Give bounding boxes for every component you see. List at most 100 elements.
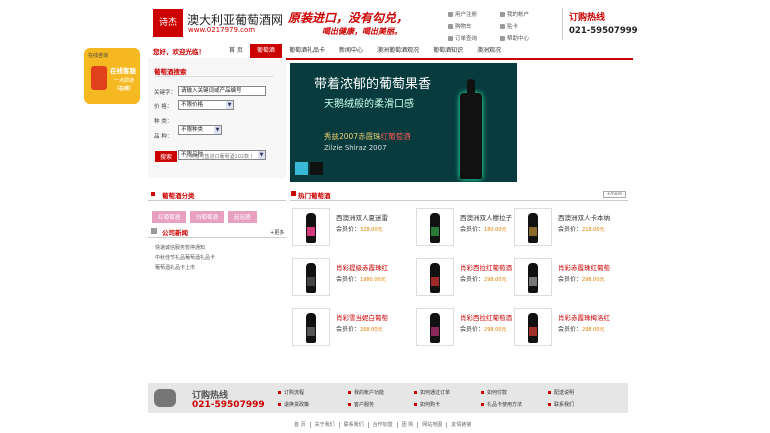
news-item[interactable]: 葡萄酒礼品卡上市 xyxy=(155,263,215,273)
product-card[interactable]: 西澳洲双人卡本纳 会员价：218.00元 xyxy=(514,208,624,250)
top-link-register[interactable]: 用户注册 xyxy=(448,10,500,22)
product-image[interactable] xyxy=(292,308,330,346)
account-icon xyxy=(500,12,505,17)
footer-link[interactable]: 联系我们 xyxy=(548,401,574,408)
widget-caption: 在线咨询 xyxy=(88,53,109,59)
bottle-label xyxy=(307,227,315,236)
hotline-title: 订购热线 xyxy=(569,13,606,23)
product-image[interactable] xyxy=(416,208,454,246)
chevron-down-icon: ▼ xyxy=(258,151,265,159)
product-card[interactable]: 西澳洲双人穆拉子 会员价：180.00元 xyxy=(416,208,526,250)
bottom-link-sitemap[interactable]: 网站地图 xyxy=(418,422,448,428)
product-name[interactable]: 肖彩西拉红葡萄酒 xyxy=(460,262,512,272)
footer-link[interactable]: 客户服务 xyxy=(348,401,374,408)
nav-wine-knowledge[interactable]: 葡萄酒知识 xyxy=(426,44,470,58)
product-image[interactable] xyxy=(514,258,552,296)
nav-aus-wine[interactable]: 澳洲葡萄酒观况 xyxy=(370,44,426,58)
product-name[interactable]: 肖彩西拉红葡萄酒 xyxy=(460,312,512,322)
site-url: www.0217979.com xyxy=(188,26,256,34)
product-name[interactable]: 肖彩提级赤霞珠红 xyxy=(336,262,388,272)
product-card[interactable]: 肖彩提级赤霞珠红 会员价：1980.00元 xyxy=(292,258,402,300)
bottom-link-about[interactable]: 关于我们 xyxy=(311,422,340,428)
category-title: 葡萄酒分类 xyxy=(162,192,195,200)
variety-label: 品 种： xyxy=(154,134,173,140)
top-link-cart[interactable]: 购物车 xyxy=(448,22,500,34)
product-card[interactable]: 肖彩赤霞珠红葡萄 会员价：298.00元 xyxy=(514,258,624,300)
footer-link[interactable]: 退换货政策 xyxy=(278,401,309,408)
bottom-link-home[interactable]: 首 页 xyxy=(290,422,311,428)
site-logo[interactable]: 诗杰 xyxy=(153,9,183,37)
bottom-links: 首 页 关于我们 联系我们 合作加盟 团 购 网站地图 友情链接 xyxy=(290,422,475,428)
nav-gift-card[interactable]: 葡萄酒礼品卡 xyxy=(282,44,332,58)
footer-link[interactable]: 订购流程 xyxy=(278,389,304,396)
hot-wines-header: 热门葡萄酒 +more xyxy=(290,189,628,201)
product-price: 会员价：298.00元 xyxy=(460,276,507,283)
top-link-account[interactable]: 我的帐户 xyxy=(500,10,552,22)
slogan-line-2: 喝出健康，喝出美丽。 xyxy=(322,26,402,36)
product-name[interactable]: 肖彩雪当妮白葡萄 xyxy=(336,312,388,322)
keyword-input[interactable]: 请输入关键词或产品编号 xyxy=(178,86,266,96)
product-name[interactable]: 西澳洲双人卡本纳 xyxy=(558,212,610,222)
search-title: 葡萄酒搜索 xyxy=(154,68,187,76)
product-card[interactable]: 肖彩雪当妮白葡萄 会员价：268.00元 xyxy=(292,308,402,350)
product-name[interactable]: 西澳洲双人穆拉子 xyxy=(460,212,512,222)
nav-aus-overview[interactable]: 澳洲观况 xyxy=(470,44,508,58)
welcome-text: 您好，欢迎光临！ xyxy=(153,48,205,56)
product-price: 会员价：218.00元 xyxy=(558,226,605,233)
product-image[interactable] xyxy=(292,208,330,246)
product-image[interactable] xyxy=(416,308,454,346)
bottom-link-contact[interactable]: 联系我们 xyxy=(340,422,369,428)
product-image[interactable] xyxy=(292,258,330,296)
card-icon xyxy=(500,24,505,29)
product-image[interactable] xyxy=(416,258,454,296)
footer-link[interactable]: 如何购卡 xyxy=(414,401,440,408)
product-card[interactable]: 西澳洲双人夏迷雷 会员价：328.00元 xyxy=(292,208,402,250)
product-image[interactable] xyxy=(514,208,552,246)
footer-link[interactable]: 如何通过订单 xyxy=(414,389,450,396)
product-price: 会员价：180.00元 xyxy=(460,226,507,233)
news-item[interactable]: 中秋佳节礼品葡萄酒礼品卡 xyxy=(155,253,215,263)
footer-link[interactable]: 礼品卡使用方法 xyxy=(481,401,522,408)
product-name[interactable]: 西澳洲双人夏迷雷 xyxy=(336,212,388,222)
footer-link[interactable]: 如何付款 xyxy=(481,389,507,396)
bottom-link-friends[interactable]: 友情链接 xyxy=(447,422,475,428)
nav-news[interactable]: 新闻中心 xyxy=(332,44,370,58)
product-image[interactable] xyxy=(514,308,552,346)
nav-home[interactable]: 首 页 xyxy=(222,44,250,58)
nav-wine[interactable]: 葡萄酒 xyxy=(249,44,282,58)
hot-wines-title: 热门葡萄酒 xyxy=(298,192,331,200)
widget-line-2: 一点即通 xyxy=(114,78,135,84)
online-service-widget[interactable]: 在线咨询 在线客服 一点即通 （在线） xyxy=(84,48,140,104)
news-more-link[interactable]: +更多 xyxy=(270,229,284,236)
category-red-wine[interactable]: 红葡萄酒 xyxy=(152,211,187,223)
footer-link[interactable]: 配送说明 xyxy=(548,389,574,396)
header-hotline: 订购热线 021-59507999 xyxy=(569,10,638,36)
order-icon xyxy=(448,36,453,41)
category-white-wine[interactable]: 白葡萄酒 xyxy=(190,211,225,223)
footer-link[interactable]: 我的帐户功能 xyxy=(348,389,384,396)
product-name[interactable]: 肖彩赤霞珠红葡萄 xyxy=(558,262,610,272)
bottle-label xyxy=(529,327,537,336)
bottom-link-group[interactable]: 团 购 xyxy=(398,422,419,428)
hot-wines-more[interactable]: +more xyxy=(602,191,626,198)
banner-thumb-1[interactable] xyxy=(295,162,308,175)
banner-thumbnails xyxy=(295,162,325,175)
product-card[interactable]: 肖彩赤霞珠梅洛红 会员价：298.00元 xyxy=(514,308,624,350)
footer-hotline-number: 021-59507999 xyxy=(192,400,265,410)
product-price: 会员价：298.00元 xyxy=(558,326,605,333)
product-price: 会员价：298.00元 xyxy=(460,326,507,333)
product-card[interactable]: 肖彩西拉红葡萄酒 会员价：298.00元 xyxy=(416,308,526,350)
promo-banner[interactable]: 带着浓郁的葡萄果香 天鹅绒般的柔滑口感 秀兹2007赤霞珠红葡萄酒 Zilzie… xyxy=(290,63,517,182)
news-item[interactable]: 快速诚信服务暂停通知 xyxy=(155,243,215,253)
top-link-card[interactable]: 贴卡 xyxy=(500,22,552,34)
banner-thumb-2[interactable] xyxy=(310,162,323,175)
product-name[interactable]: 肖彩赤霞珠梅洛红 xyxy=(558,312,610,322)
banner-headline-2: 天鹅绒般的柔滑口感 xyxy=(324,99,414,110)
product-card[interactable]: 肖彩西拉红葡萄酒 会员价：298.00元 xyxy=(416,258,526,300)
category-sparkling[interactable]: 起泡酒 xyxy=(228,211,257,223)
search-button[interactable]: 搜索 xyxy=(155,151,178,162)
bottom-link-join[interactable]: 合作加盟 xyxy=(369,422,398,428)
price-select[interactable]: 不限价格 ▼ xyxy=(178,100,234,110)
type-select[interactable]: 不限种类 ▼ xyxy=(178,125,222,135)
product-price: 会员价：298.00元 xyxy=(558,276,605,283)
